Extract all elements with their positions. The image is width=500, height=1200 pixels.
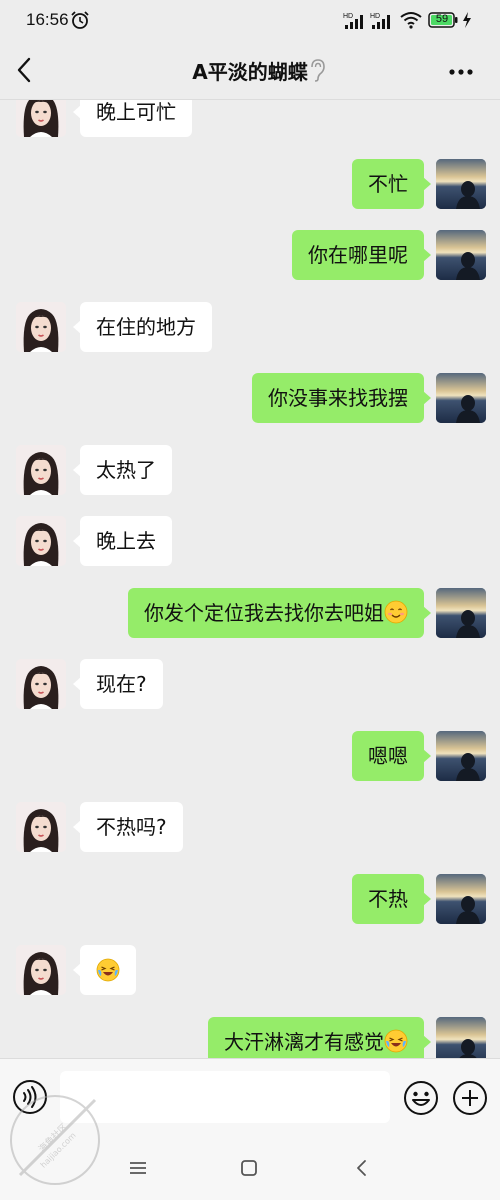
contact-avatar[interactable] <box>16 100 66 137</box>
system-back-icon[interactable] <box>354 1158 370 1178</box>
message-text: 晚上可忙 <box>96 100 176 124</box>
received-message-bubble[interactable]: 晚上去 <box>73 516 172 566</box>
received-message-bubble[interactable] <box>73 945 136 995</box>
sent-message-bubble[interactable]: 嗯嗯 <box>352 730 431 781</box>
status-bar: 16:56 HD HD 59 <box>0 0 500 42</box>
my-avatar[interactable] <box>436 587 486 638</box>
sent-message-bubble[interactable]: 不热 <box>352 873 431 924</box>
chat-header: A平淡的蝴蝶 <box>0 42 500 100</box>
more-options-icon[interactable] <box>448 68 474 76</box>
earpiece-mode-icon <box>311 59 325 82</box>
contact-avatar[interactable] <box>16 516 66 566</box>
contact-avatar[interactable] <box>16 659 66 709</box>
message-text: 现在? <box>96 672 147 696</box>
status-time: 16:56 <box>26 10 69 29</box>
message-text: 你发个定位我去找你去吧姐 <box>144 600 384 625</box>
watermark-logo: 海角社区 haijiao.com <box>10 1095 100 1185</box>
emoji-icon[interactable] <box>403 1080 439 1116</box>
contact-avatar[interactable] <box>16 945 66 995</box>
laugh-cry-emoji <box>384 1029 408 1053</box>
signal-icon-1: HD <box>343 13 363 29</box>
network-label-1: HD <box>343 13 353 20</box>
sent-message-bubble[interactable]: 你没事来找我摆 <box>252 373 431 423</box>
sent-message-bubble[interactable]: 你发个定位我去找你去吧姐 <box>128 587 431 638</box>
my-avatar[interactable] <box>436 730 486 781</box>
sent-message-bubble[interactable]: 大汗淋漓才有感觉 <box>208 1016 431 1058</box>
received-message-bubble[interactable]: 不热吗? <box>73 802 183 852</box>
message-text: 你在哪里呢 <box>308 243 408 267</box>
chat-title-wrap: A平淡的蝴蝶 <box>0 56 500 85</box>
network-label-2: HD <box>370 13 380 20</box>
sent-message-bubble[interactable]: 不忙 <box>352 158 431 209</box>
laugh-cry-emoji <box>96 958 120 981</box>
my-avatar[interactable] <box>436 873 486 924</box>
my-avatar[interactable] <box>436 158 486 209</box>
smile-emoji <box>384 600 408 624</box>
chat-area[interactable]: 晚上可忙不忙你在哪里呢在住的地方你没事来找我摆太热了晚上去你发个定位我去找你去吧… <box>0 100 500 1058</box>
message-text: 嗯嗯 <box>368 743 408 768</box>
message-text: 不热吗? <box>96 815 167 839</box>
chat-title[interactable]: A平淡的蝴蝶 <box>192 56 307 85</box>
message-text: 你没事来找我摆 <box>268 386 408 410</box>
my-avatar[interactable] <box>436 1016 486 1058</box>
signal-icon-2: HD <box>370 13 390 29</box>
sent-message-bubble[interactable]: 你在哪里呢 <box>292 230 431 280</box>
contact-avatar[interactable] <box>16 444 66 495</box>
contact-avatar[interactable] <box>16 301 66 352</box>
message-text: 在住的地方 <box>96 314 196 339</box>
wifi-icon <box>400 12 422 29</box>
charging-icon <box>463 12 471 28</box>
message-text: 不热 <box>368 886 408 911</box>
recent-apps-icon[interactable] <box>128 1160 148 1176</box>
message-text: 大汗淋漓才有感觉 <box>224 1029 384 1054</box>
received-message-bubble[interactable]: 晚上可忙 <box>73 100 192 137</box>
received-message-bubble[interactable]: 太热了 <box>73 444 172 495</box>
plus-icon[interactable] <box>452 1080 488 1116</box>
contact-avatar[interactable] <box>16 802 66 852</box>
received-message-bubble[interactable]: 现在? <box>73 659 163 709</box>
my-avatar[interactable] <box>436 230 486 280</box>
alarm-icon <box>71 11 89 29</box>
home-icon[interactable] <box>240 1159 258 1177</box>
message-text: 晚上去 <box>96 529 156 553</box>
battery-level: 59 <box>435 13 449 25</box>
received-message-bubble[interactable]: 在住的地方 <box>73 301 212 352</box>
message-text: 不忙 <box>368 171 408 196</box>
my-avatar[interactable] <box>436 373 486 423</box>
message-text: 太热了 <box>96 457 156 482</box>
